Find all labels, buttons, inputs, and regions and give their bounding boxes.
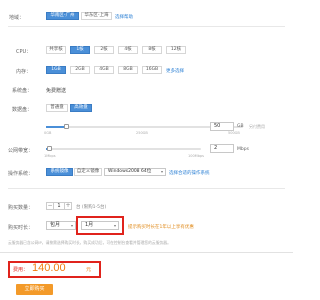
cpu-option-4[interactable]: 4核	[118, 46, 138, 54]
duration-label: 购买时长：	[8, 225, 34, 231]
price-label: 费用：	[13, 267, 29, 273]
chevron-down-icon: ▾	[160, 169, 163, 174]
bandwidth-input[interactable]: 2	[210, 144, 234, 153]
os-help-link[interactable]: 选择合适的操作系统	[169, 170, 210, 176]
bandwidth-slider-track[interactable]	[46, 148, 201, 150]
os-tab-custom-image[interactable]: 自定义镜像	[74, 168, 102, 176]
data-disk-option-standard[interactable]: 普通盘	[46, 104, 68, 112]
duration-count-value: 1月	[85, 222, 94, 228]
data-disk-label: 数据盘：	[12, 107, 33, 113]
data-disk-tick-mid: 250GB	[136, 131, 148, 135]
cpu-option-8[interactable]: 8核	[142, 46, 162, 54]
memory-more-link[interactable]: 更多选择	[166, 68, 184, 74]
data-disk-hint: 另付费用	[249, 124, 265, 129]
price-unit: 元	[86, 267, 92, 273]
memory-option-8gb[interactable]: 8GB	[118, 66, 138, 74]
quantity-increase-button[interactable]: +	[64, 202, 72, 210]
region-option-guangzhou[interactable]: 华南区-广州	[46, 12, 79, 20]
buy-now-button[interactable]: 立即购买	[16, 284, 53, 295]
region-option-shanghai[interactable]: 华东区-上海	[81, 12, 112, 20]
cpu-option-12[interactable]: 12核	[166, 46, 186, 54]
memory-option-2gb[interactable]: 2GB	[70, 66, 90, 74]
duration-note: 提示购买时长在1年以上享有优惠	[128, 225, 194, 230]
quantity-input[interactable]: 1	[54, 202, 64, 210]
os-select-value: Windows2008 64位	[108, 169, 152, 174]
cpu-option-2[interactable]: 2核	[94, 46, 114, 54]
cpu-option-shared[interactable]: 共享核	[46, 46, 66, 54]
memory-label: 内存：	[16, 69, 32, 75]
quantity-label: 购买数量：	[8, 205, 34, 211]
os-label: 操作系统：	[8, 171, 34, 177]
region-label: 地域：	[9, 15, 25, 21]
region-help-link[interactable]: 选择帮助	[115, 14, 133, 20]
data-disk-unit: GB	[237, 124, 244, 129]
data-disk-slider-handle[interactable]	[64, 124, 69, 129]
data-disk-option-efficient[interactable]: 高效盘	[70, 104, 92, 112]
memory-option-16gb[interactable]: 16GB	[142, 66, 162, 74]
duration-count-select[interactable]: 1月 ▾	[81, 221, 119, 230]
duration-period-value: 包月	[50, 222, 61, 228]
os-select[interactable]: Windows2008 64位 ▾	[104, 168, 166, 176]
memory-option-4gb[interactable]: 4GB	[94, 66, 114, 74]
footnote: 云服务器已含公网IP，请按需选择购买时长，购买成功后，可在控制台查看并管理您的云…	[8, 240, 171, 245]
memory-option-1gb[interactable]: 1GB	[46, 66, 66, 74]
chevron-down-icon: ▾	[113, 223, 116, 228]
divider	[8, 26, 285, 27]
divider	[0, 252, 293, 253]
bandwidth-label: 公网带宽：	[8, 148, 34, 154]
bandwidth-slider-handle[interactable]	[47, 146, 52, 151]
quantity-note: 台 (限购1-5台)	[76, 205, 107, 210]
data-disk-tick-max: 500GB	[228, 131, 240, 135]
divider	[8, 188, 285, 189]
bandwidth-tick-min: 1Mbps	[44, 154, 56, 158]
bandwidth-tick-max: 100Mbps	[188, 154, 204, 158]
system-disk-label: 系统盘：	[12, 88, 33, 94]
chevron-down-icon: ▾	[70, 223, 73, 228]
bandwidth-unit: Mbps	[237, 147, 249, 152]
data-disk-size-input[interactable]: 50	[210, 122, 234, 131]
price-value: 140.00	[32, 262, 66, 274]
data-disk-tick-min: 0GB	[44, 131, 52, 135]
cpu-option-1[interactable]: 1核	[70, 46, 90, 54]
data-disk-slider-fill	[46, 126, 66, 128]
duration-period-select[interactable]: 包月 ▾	[46, 221, 76, 230]
os-tab-system-image[interactable]: 系统镜像	[46, 168, 73, 176]
system-disk-value: 免费赠送	[46, 88, 67, 94]
quantity-decrease-button[interactable]: −	[46, 202, 54, 210]
cpu-label: CPU：	[16, 49, 32, 55]
